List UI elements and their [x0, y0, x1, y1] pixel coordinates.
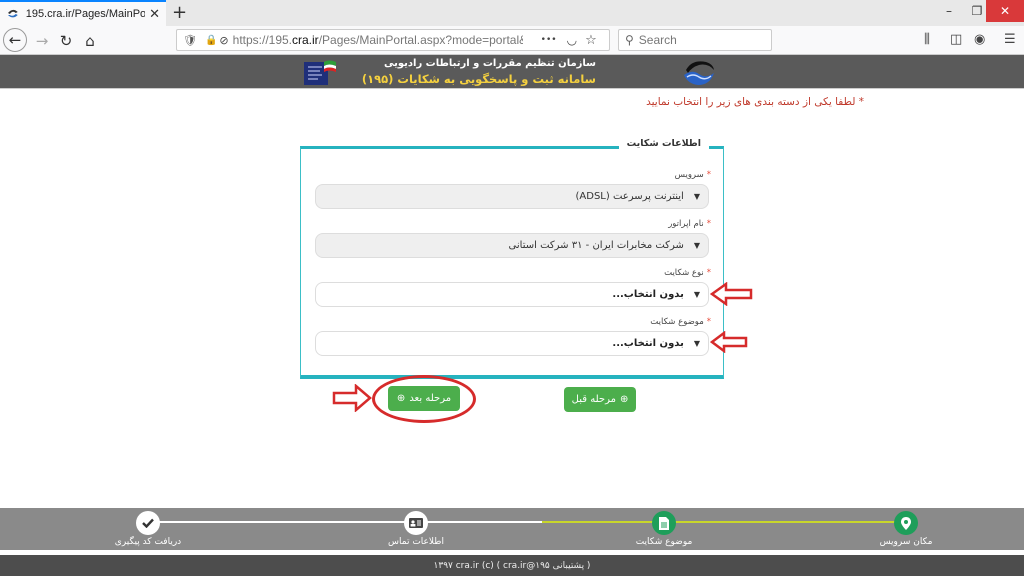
menu-icon[interactable]: ☰ — [1004, 32, 1016, 47]
cra-logo-icon — [684, 61, 714, 85]
step-complaint-subject[interactable]: موضوع شکایت — [604, 511, 724, 547]
library-icon[interactable]: ⫼ — [924, 32, 930, 47]
footer-text: ( پشتیبانی ۱۹۵@cra.ir ) ۱۳۹۷ cra.ir (c) — [433, 560, 591, 571]
chevron-down-icon: ▼ — [693, 241, 700, 250]
panel-legend: اطلاعات شکایت — [618, 138, 709, 149]
site-header: سازمان تنظیم مقررات و ارتباطات رادیویی س… — [0, 55, 1024, 89]
page-actions-icon[interactable]: ••• — [541, 35, 557, 45]
window-close-icon[interactable]: ✕ — [986, 0, 1024, 22]
org-name: سازمان تنظیم مقررات و ارتباطات رادیویی — [383, 58, 596, 69]
document-icon — [652, 511, 676, 535]
contact-card-icon — [404, 511, 428, 535]
complaint-type-label: *نوع شکایت — [664, 268, 711, 278]
service-label: *سرویس — [674, 170, 711, 180]
browser-tab-bar: 195.cra.ir/Pages/MainPortal.aspx ✕ + – ❐… — [0, 0, 1024, 26]
back-arrow-icon[interactable]: ← — [3, 28, 27, 52]
step-service-location[interactable]: مکان سرویس — [846, 511, 966, 547]
complaint-subject-label: *موضوع شکایت — [650, 317, 711, 327]
selection-notice: * لطفا یکی از دسته بندی های زیر را انتخا… — [646, 96, 864, 108]
home-icon[interactable]: ⌂ — [78, 29, 102, 53]
step-tracking-code[interactable]: دریافت کد پیگیری — [88, 511, 208, 547]
map-marker-icon — [894, 511, 918, 535]
system-name: سامانه ثبت و پاسخگویی به شکایات (۱۹۵) — [361, 72, 596, 86]
page-footer: ( پشتیبانی ۱۹۵@cra.ir ) ۱۳۹۷ cra.ir (c) — [0, 555, 1024, 576]
browser-tab[interactable]: 195.cra.ir/Pages/MainPortal.aspx ✕ — [0, 0, 166, 26]
complaint-info-panel: اطلاعات شکایت *سرویس ▼ اینترنت پرسرعت (A… — [300, 138, 724, 379]
annotation-arrow-left-icon — [710, 331, 748, 353]
service-select[interactable]: ▼ اینترنت پرسرعت (ADSL) — [315, 184, 709, 209]
annotation-arrow-right-icon — [332, 384, 372, 412]
plus-circle-icon: ⊕ — [396, 393, 406, 404]
annotation-arrow-left-icon — [710, 282, 753, 306]
plus-circle-icon: ⊕ — [619, 394, 629, 405]
operator-label: *نام اپراتور — [668, 219, 711, 229]
permissions-icon[interactable]: ⊘ — [219, 34, 228, 47]
search-icon: ⚲ — [625, 33, 634, 47]
minimize-icon[interactable]: – — [934, 0, 964, 22]
chevron-down-icon: ▼ — [693, 290, 700, 299]
next-step-button[interactable]: مرحله بعد ⊕ — [388, 386, 460, 411]
pocket-icon[interactable]: ◡ — [567, 33, 577, 47]
operator-select[interactable]: ▼ شرکت مخابرات ایران - ۳۱ شرکت استانی — [315, 233, 709, 258]
ministry-logo-icon — [304, 60, 336, 85]
search-placeholder: Search — [638, 33, 677, 47]
site-favicon-icon — [7, 9, 18, 18]
chevron-down-icon: ▼ — [693, 192, 700, 201]
new-tab-icon[interactable]: + — [172, 2, 187, 23]
reload-icon[interactable]: ↻ — [54, 29, 78, 53]
url-text[interactable]: https://195.cra.ir/Pages/MainPortal.aspx… — [233, 33, 523, 47]
complaint-subject-select[interactable]: ▼ بدون انتخاب... — [315, 331, 709, 356]
complaint-type-select[interactable]: ▼ بدون انتخاب... — [315, 282, 709, 307]
progress-steps: مکان سرویس موضوع شکایت اطلاعات تماس دریا… — [0, 508, 1024, 550]
url-bar[interactable]: 🛡 🔒 ⊘ https://195.cra.ir/Pages/MainPorta… — [176, 29, 610, 51]
browser-nav-bar: ← → ↻ ⌂ 🛡 🔒 ⊘ https://195.cra.ir/Pages/M… — [0, 26, 1024, 55]
step-contact-info[interactable]: اطلاعات تماس — [356, 511, 476, 547]
search-input[interactable]: ⚲ Search — [618, 29, 772, 51]
shield-icon[interactable]: 🛡 — [183, 34, 197, 47]
sidebar-icon[interactable]: ◫ — [950, 32, 962, 47]
account-icon[interactable]: ◉ — [974, 32, 985, 47]
chevron-down-icon: ▼ — [693, 339, 700, 348]
bookmark-star-icon[interactable]: ☆ — [585, 33, 597, 48]
forward-arrow-icon[interactable]: → — [30, 29, 54, 53]
lock-icon[interactable]: 🔒 — [205, 35, 217, 46]
tab-close-icon[interactable]: ✕ — [149, 7, 160, 22]
previous-step-button[interactable]: ⊕ مرحله قبل — [564, 387, 636, 412]
tab-title: 195.cra.ir/Pages/MainPortal.aspx — [25, 8, 146, 20]
check-icon — [136, 511, 160, 535]
